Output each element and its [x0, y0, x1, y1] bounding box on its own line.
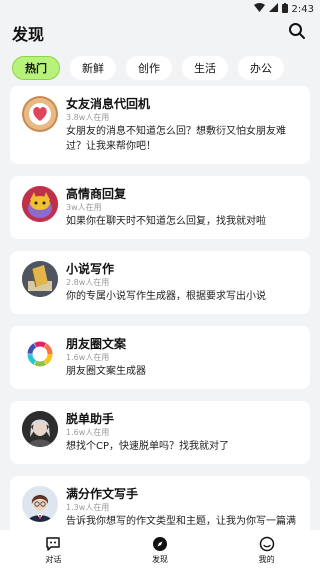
page-title: 发现: [12, 25, 45, 44]
card-usage-count: 1.3w人在用: [66, 503, 110, 512]
assistant-list: 女友消息代回机 3.8w人在用 女朋友的消息不知道怎么回？想敷衍又怕女朋友难过？…: [10, 86, 310, 530]
nav-chat-label: 对话: [45, 554, 62, 564]
card-title: 满分作文写手: [66, 487, 139, 501]
list-item[interactable]: 满分作文写手 1.3w人在用 告诉我你想写的作文类型和主题，让我为你写一篇满分作…: [10, 476, 310, 530]
list-item[interactable]: 朋友圈文案 1.6w人在用 朋友圈文案生成器: [10, 326, 310, 389]
category-tabs: 热门 新鲜 创作 生活 办公: [0, 48, 320, 82]
nav-discover-label: 发现: [151, 554, 168, 564]
nav-mine[interactable]: 我的: [237, 536, 297, 565]
signal-icon: [268, 3, 278, 15]
card-description: 如果你在聊天时不知道怎么回复，找我就对啦: [66, 216, 266, 227]
smiley-icon: [259, 536, 275, 552]
chat-bubble-icon: [45, 536, 61, 552]
student-icon: [22, 486, 58, 522]
heart-icon: [22, 96, 58, 132]
card-title: 小说写作: [66, 262, 115, 276]
tab-new[interactable]: 新鲜: [70, 56, 116, 80]
tab-hot[interactable]: 热门: [12, 56, 60, 80]
card-usage-count: 2.8w人在用: [66, 278, 110, 287]
book-icon: [22, 261, 58, 297]
cat-icon: [22, 186, 58, 222]
battery-icon: [281, 2, 288, 16]
card-title: 高情商回复: [66, 187, 127, 201]
card-description: 朋友圈文案生成器: [66, 366, 146, 377]
card-title: 女友消息代回机: [66, 97, 151, 111]
search-button[interactable]: [286, 22, 308, 44]
status-bar: 2:43: [0, 0, 320, 18]
tab-create[interactable]: 创作: [126, 56, 172, 80]
card-description: 你的专属小说写作生成器，根据要求写出小说: [66, 291, 266, 302]
nav-discover[interactable]: 发现: [130, 536, 190, 565]
card-description: 告诉我你想写的作文类型和主题，让我为你写一篇满分作文: [66, 516, 296, 527]
portrait-icon: [22, 411, 58, 447]
card-usage-count: 3.8w人在用: [66, 113, 110, 122]
tab-office[interactable]: 办公: [238, 56, 284, 80]
card-usage-count: 1.6w人在用: [66, 428, 110, 437]
search-icon: [288, 22, 306, 44]
wifi-icon: [253, 3, 265, 15]
list-item[interactable]: 女友消息代回机 3.8w人在用 女朋友的消息不知道怎么回？想敷衍又怕女朋友难过？…: [10, 86, 310, 164]
nav-chat[interactable]: 对话: [23, 536, 83, 565]
status-time: 2:43: [291, 3, 314, 15]
nav-mine-label: 我的: [258, 554, 275, 564]
compass-icon: [152, 536, 168, 552]
list-item[interactable]: 小说写作 2.8w人在用 你的专属小说写作生成器，根据要求写出小说: [10, 251, 310, 314]
bottom-navigation: 对话 发现 我的: [0, 530, 320, 570]
list-item[interactable]: 高情商回复 3w人在用 如果你在聊天时不知道怎么回复，找我就对啦: [10, 176, 310, 239]
card-description: 女朋友的消息不知道怎么回？想敷衍又怕女朋友难过？让我来帮你吧！: [66, 126, 286, 152]
card-title: 脱单助手: [66, 412, 115, 426]
card-usage-count: 3w人在用: [66, 203, 102, 212]
card-title: 朋友圈文案: [66, 337, 127, 351]
ring-icon: [22, 336, 58, 372]
card-description: 想找个CP，快速脱单吗？找我就对了: [66, 441, 230, 452]
tab-life[interactable]: 生活: [182, 56, 228, 80]
list-item[interactable]: 脱单助手 1.6w人在用 想找个CP，快速脱单吗？找我就对了: [10, 401, 310, 464]
card-usage-count: 1.6w人在用: [66, 353, 110, 362]
header: 发现: [0, 18, 320, 48]
